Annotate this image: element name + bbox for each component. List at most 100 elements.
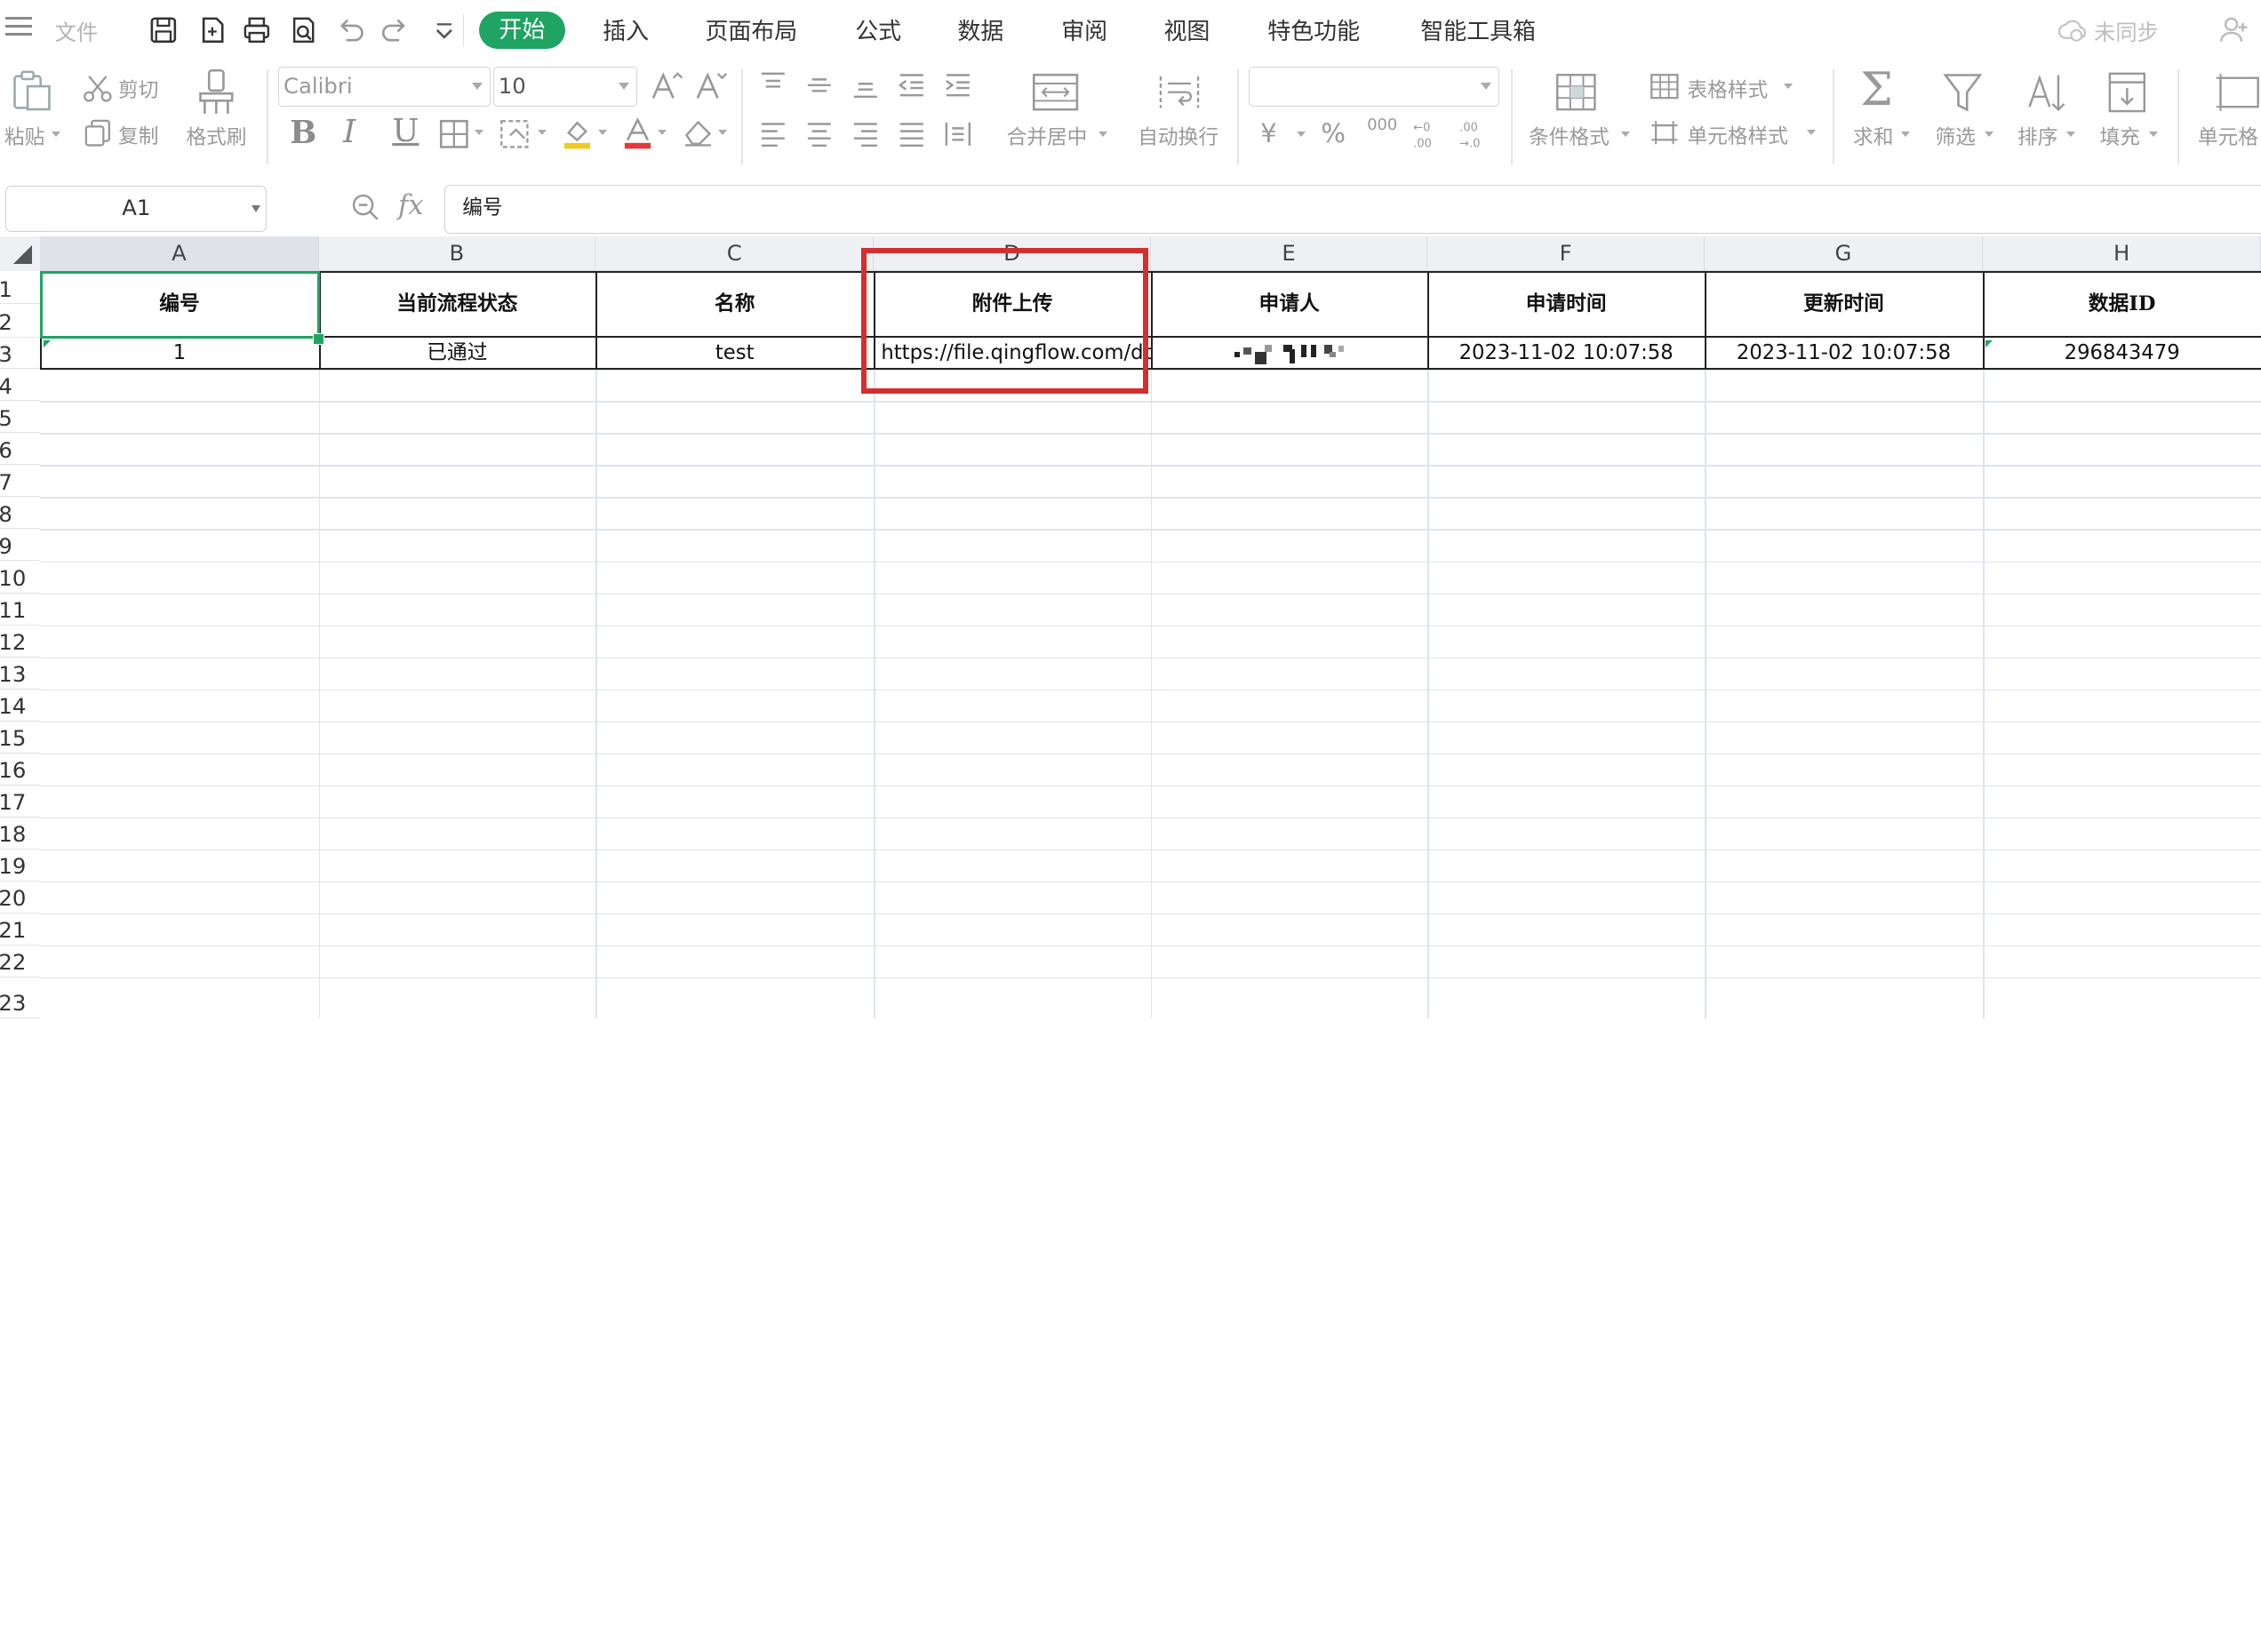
row-header-22[interactable]: 22: [0, 946, 41, 978]
header-cell-c[interactable]: 名称: [595, 271, 874, 338]
clear-format-icon[interactable]: [681, 116, 715, 148]
wrap-text-icon[interactable]: [1156, 72, 1202, 112]
row-header-8[interactable]: 8: [0, 497, 41, 530]
row-header-6[interactable]: 6: [0, 433, 41, 466]
fill-color-dropdown-icon[interactable]: [598, 130, 608, 135]
row-header-4[interactable]: 4: [0, 369, 41, 402]
row-header-19[interactable]: 19: [0, 850, 41, 882]
redo-icon[interactable]: [380, 14, 412, 46]
save-icon[interactable]: [148, 14, 180, 46]
data-cell-f3[interactable]: 2023-11-02 10:07:58: [1427, 338, 1705, 370]
column-header-e[interactable]: E: [1150, 236, 1428, 272]
merge-center-dropdown-icon[interactable]: [1099, 131, 1108, 137]
cell-style-label[interactable]: 单元格样式: [1687, 120, 1788, 149]
print-icon[interactable]: [241, 14, 273, 46]
sum-dropdown-icon[interactable]: [1900, 131, 1910, 137]
table-style-icon[interactable]: [1649, 72, 1681, 100]
paste-dropdown-icon[interactable]: [52, 131, 61, 137]
table-style-dropdown-icon[interactable]: [1784, 84, 1794, 89]
merge-center-icon[interactable]: [1031, 72, 1080, 112]
sort-icon[interactable]: [2024, 69, 2070, 116]
tab-view[interactable]: 视图: [1163, 13, 1210, 46]
cell-fill-style-dropdown-icon[interactable]: [538, 130, 547, 135]
row-header-1[interactable]: 1: [0, 271, 41, 305]
row-header-20[interactable]: 20: [0, 882, 41, 914]
data-cell-a3[interactable]: 1: [40, 338, 318, 370]
header-cell-e[interactable]: 申请人: [1151, 271, 1428, 338]
percent-format-icon[interactable]: %: [1321, 118, 1346, 148]
tab-special-features[interactable]: 特色功能: [1267, 13, 1360, 46]
row-header-16[interactable]: 16: [0, 754, 41, 786]
row-header-12[interactable]: 12: [0, 626, 41, 658]
fill-handle[interactable]: [313, 332, 325, 346]
column-header-c[interactable]: C: [595, 236, 875, 272]
decrease-indent-icon[interactable]: [896, 69, 928, 101]
name-box[interactable]: A1: [5, 186, 268, 233]
tab-smart-toolbox[interactable]: 智能工具箱: [1420, 13, 1536, 46]
row-header-17[interactable]: 17: [0, 786, 41, 818]
currency-format-dropdown-icon[interactable]: [1296, 131, 1306, 137]
data-cell-g3[interactable]: 2023-11-02 10:07:58: [1705, 338, 1983, 370]
column-header-h[interactable]: H: [1983, 236, 2261, 272]
italic-icon[interactable]: I: [343, 114, 356, 150]
cell-format-icon[interactable]: [2215, 69, 2261, 116]
column-header-g[interactable]: G: [1704, 236, 1984, 272]
row-header-13[interactable]: 13: [0, 658, 41, 690]
tab-data[interactable]: 数据: [957, 13, 1003, 46]
tab-formula[interactable]: 公式: [855, 13, 901, 46]
copy-icon[interactable]: [82, 116, 114, 148]
sync-status[interactable]: 未同步: [2094, 16, 2159, 47]
paste-icon[interactable]: [9, 68, 55, 114]
tab-insert[interactable]: 插入: [603, 13, 649, 46]
row-header-15[interactable]: 15: [0, 722, 41, 754]
fill-color-icon[interactable]: [560, 116, 595, 150]
decrease-font-size-icon[interactable]: [693, 69, 728, 104]
row-header-11[interactable]: 11: [0, 594, 41, 626]
justify-icon[interactable]: [896, 118, 928, 150]
row-header-9[interactable]: 9: [0, 529, 41, 562]
row-header-2[interactable]: 2: [0, 304, 41, 338]
tab-page-layout[interactable]: 页面布局: [705, 13, 797, 46]
sort-label[interactable]: 排序: [2017, 121, 2057, 150]
column-header-f[interactable]: F: [1427, 236, 1705, 272]
align-middle-icon[interactable]: [803, 69, 835, 101]
undo-icon[interactable]: [333, 14, 365, 46]
export-pdf-icon[interactable]: [196, 14, 228, 46]
row-header-18[interactable]: 18: [0, 818, 41, 850]
menu-file[interactable]: 文件: [55, 16, 99, 47]
row-header-5[interactable]: 5: [0, 401, 41, 434]
zoom-search-icon[interactable]: [350, 192, 382, 224]
filter-icon[interactable]: [1941, 69, 1985, 116]
column-header-b[interactable]: B: [318, 236, 596, 272]
cloud-sync-icon[interactable]: [2057, 14, 2089, 46]
number-format-select[interactable]: [1249, 66, 1500, 108]
table-style-label[interactable]: 表格样式: [1687, 74, 1768, 103]
formula-input[interactable]: 编号: [443, 184, 2261, 234]
header-cell-g[interactable]: 更新时间: [1705, 271, 1983, 338]
header-cell-h[interactable]: 数据ID: [1983, 271, 2261, 338]
format-painter-label[interactable]: 格式刷: [186, 121, 246, 150]
collaborate-user-icon[interactable]: [2218, 14, 2250, 46]
cut-icon[interactable]: [82, 72, 114, 104]
cell-fill-style-icon[interactable]: [499, 118, 533, 150]
font-name-select[interactable]: Calibri: [278, 66, 491, 108]
row-header-3[interactable]: 3: [0, 338, 41, 370]
data-cell-h3[interactable]: 296843479: [1983, 338, 2261, 370]
bold-icon[interactable]: B: [290, 114, 316, 151]
row-header-21[interactable]: 21: [0, 914, 41, 946]
data-cell-c3[interactable]: test: [595, 338, 874, 370]
currency-format-icon[interactable]: ¥: [1260, 118, 1277, 148]
filter-label[interactable]: 筛选: [1936, 121, 1976, 150]
select-all-corner[interactable]: [0, 236, 41, 272]
sort-dropdown-icon[interactable]: [2066, 131, 2076, 137]
row-header-7[interactable]: 7: [0, 465, 41, 498]
quick-access-more-icon[interactable]: [428, 14, 460, 46]
cell-format-label[interactable]: 单元格: [2198, 121, 2258, 150]
copy-label[interactable]: 复制: [118, 120, 158, 149]
merge-center-label[interactable]: 合并居中: [1007, 121, 1088, 150]
tab-home[interactable]: 开始: [478, 11, 566, 50]
clear-format-dropdown-icon[interactable]: [718, 130, 728, 135]
align-left-icon[interactable]: [757, 118, 789, 150]
conditional-format-icon[interactable]: [1554, 72, 1598, 112]
row-header-10[interactable]: 10: [0, 562, 41, 594]
